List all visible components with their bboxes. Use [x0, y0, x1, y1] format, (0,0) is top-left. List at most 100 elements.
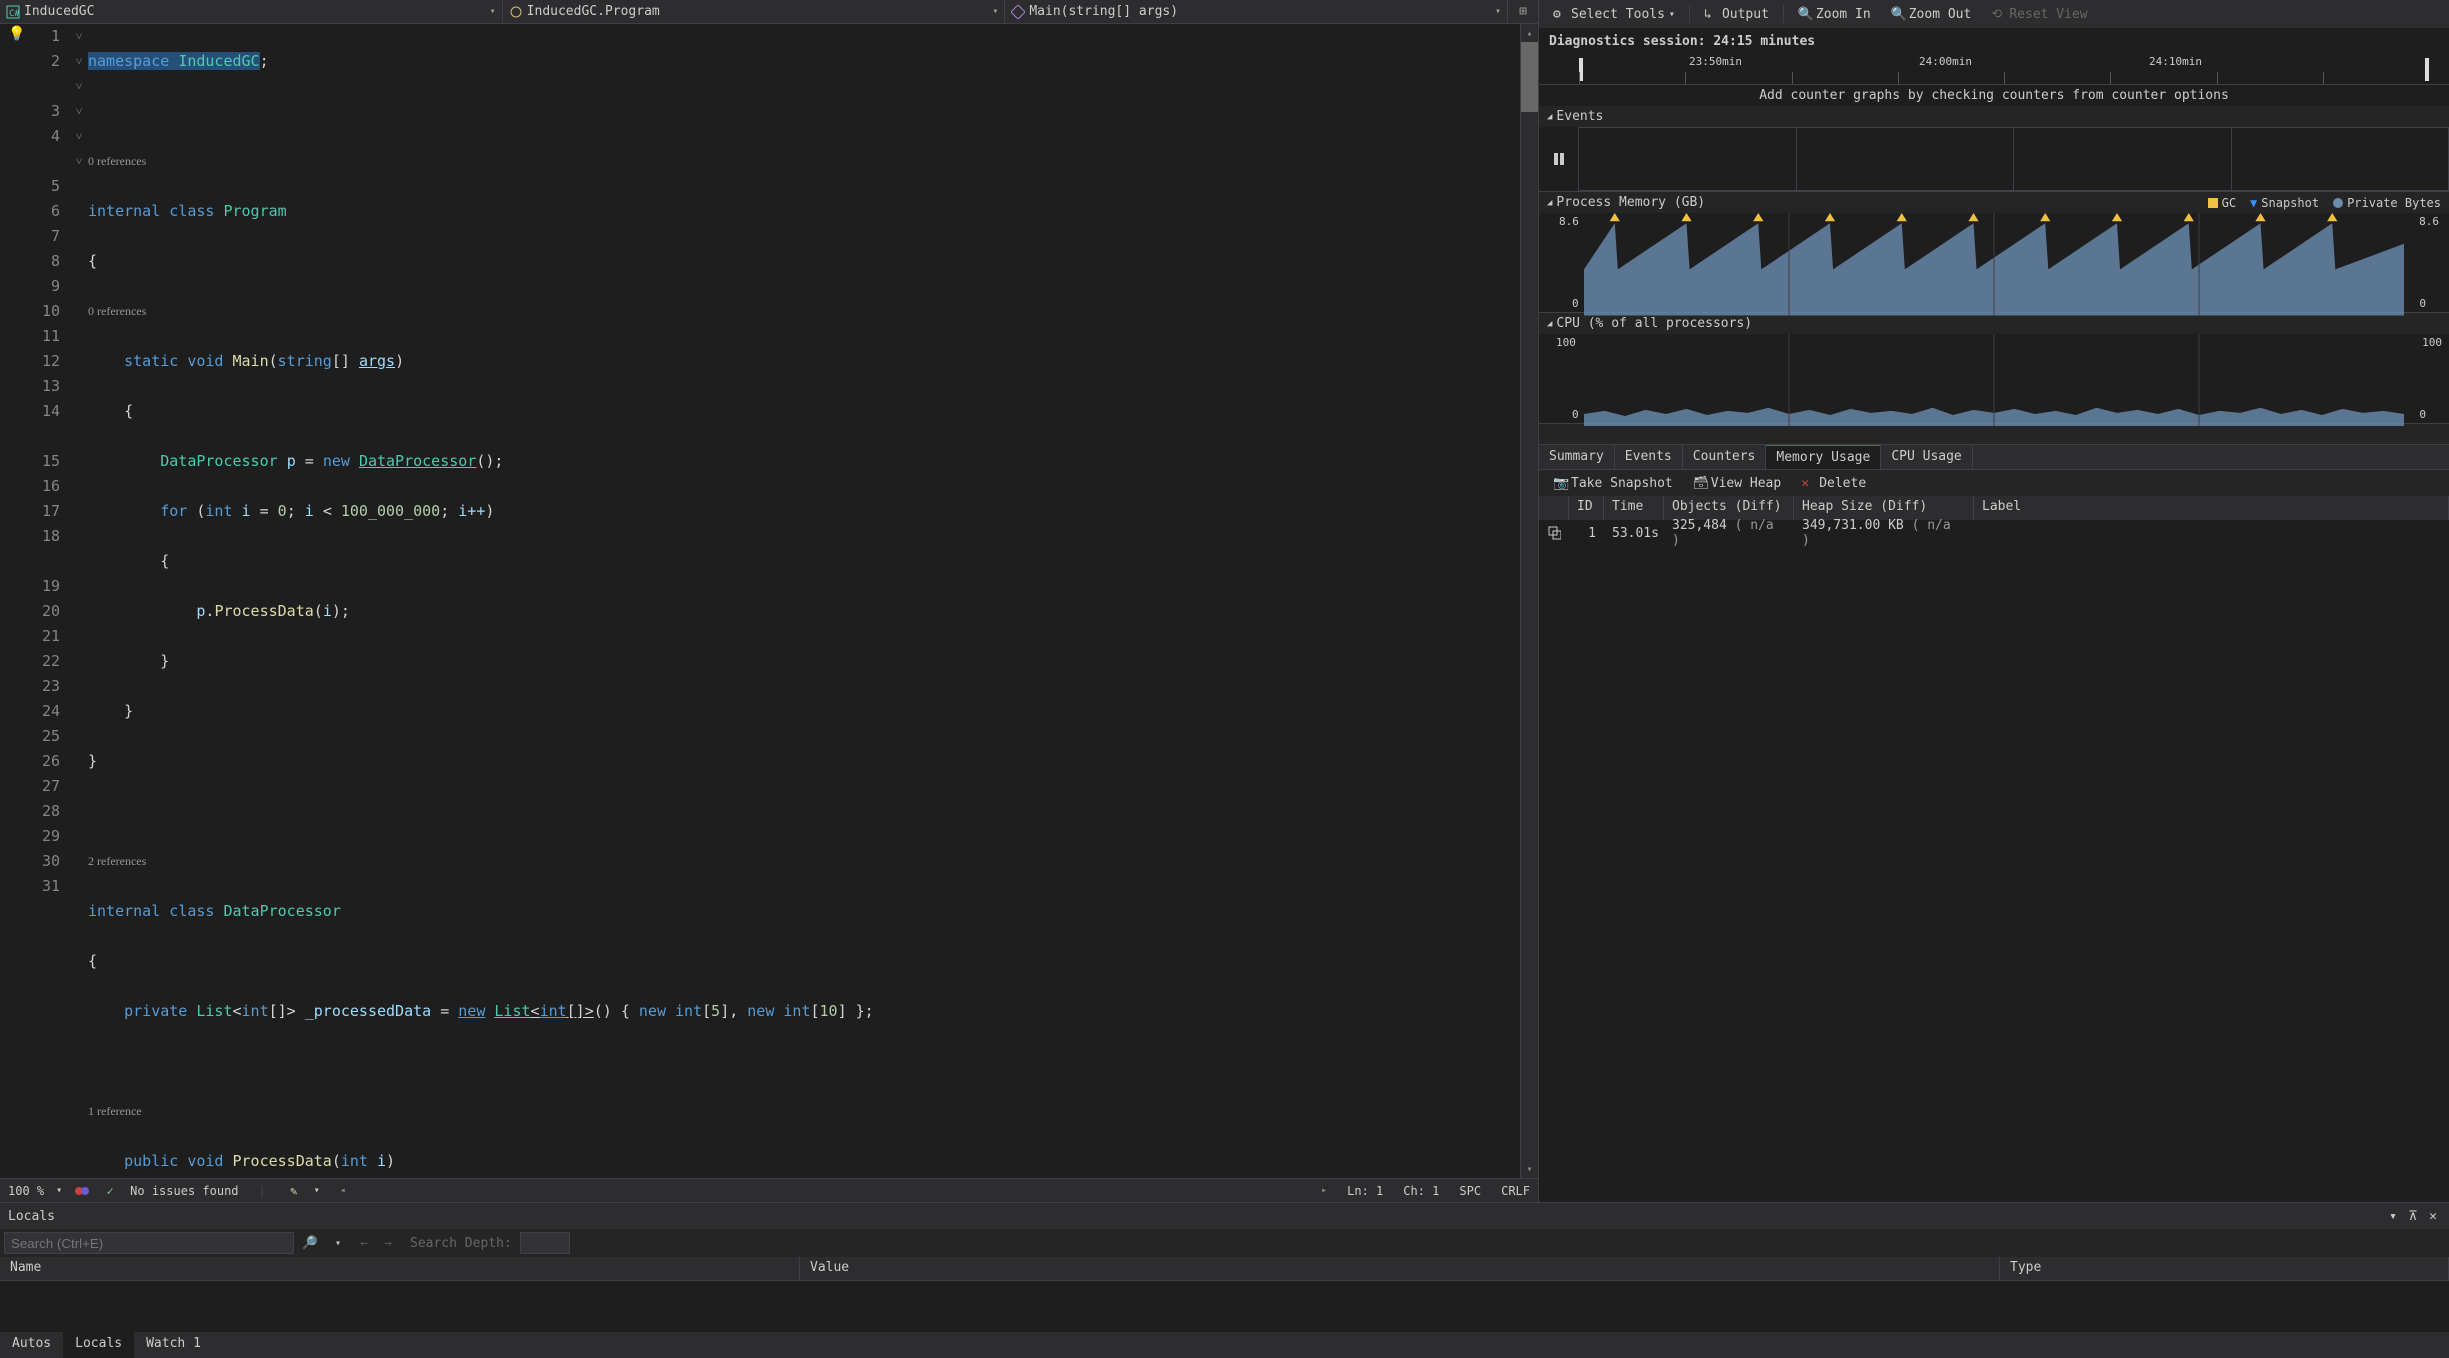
delete-button[interactable]: ✕Delete — [1795, 474, 1872, 493]
search-depth-dropdown[interactable] — [520, 1232, 570, 1254]
camera-icon: 📷 — [1553, 476, 1567, 490]
collapse-icon: ◢ — [1547, 198, 1552, 208]
window-options-icon[interactable]: ▾ — [2385, 1208, 2401, 1224]
nav-method-label: Main(string[] args) — [1029, 4, 1178, 19]
close-icon[interactable]: ✕ — [2425, 1208, 2441, 1224]
code-editor[interactable]: 💡 12345678910111213141516171819202122232… — [0, 24, 1538, 1178]
reset-icon: ⟲ — [1991, 7, 2005, 21]
col-type[interactable]: Type — [2000, 1257, 2449, 1280]
codelens-references[interactable]: 2 references — [88, 849, 146, 874]
tab-cpu-usage[interactable]: CPU Usage — [1881, 445, 1972, 469]
code-content[interactable]: namespace InducedGC; 0 references intern… — [88, 24, 1520, 1178]
cpu-chart[interactable]: 100 0 100 0 — [1539, 334, 2449, 424]
tab-events[interactable]: Events — [1615, 445, 1683, 469]
counter-hint: Add counter graphs by checking counters … — [1539, 85, 2449, 106]
memory-section-header[interactable]: ◢Process Memory (GB) GC ▼Snapshot Privat… — [1539, 192, 2449, 213]
output-button[interactable]: ↳Output — [1698, 5, 1775, 24]
codelens-references[interactable]: 0 references — [88, 299, 146, 324]
codelens-references[interactable]: 0 references — [88, 149, 146, 174]
search-depth-label: Search Depth: — [410, 1236, 512, 1251]
col-id[interactable]: ID — [1569, 496, 1604, 520]
snapshot-row[interactable]: 1 53.01s 325,484 ( n/a ) 349,731.00 KB (… — [1539, 520, 2449, 546]
nav-class[interactable]: InducedGC.Program ▾ — [503, 0, 1006, 23]
zoom-out-button[interactable]: 🔍Zoom Out — [1885, 5, 1978, 24]
chevron-down-icon: ▾ — [490, 6, 496, 17]
heap-icon: 🗃 — [1693, 476, 1707, 490]
legend-snapshot: ▼Snapshot — [2250, 196, 2319, 210]
line-ending[interactable]: CRLF — [1501, 1184, 1530, 1198]
locals-grid[interactable] — [0, 1281, 2449, 1332]
nav-back-icon[interactable]: ← — [354, 1236, 374, 1251]
line-number-gutter: 1234567891011121314151617181920212223242… — [30, 24, 70, 1178]
search-input[interactable] — [4, 1232, 294, 1254]
zoom-out-icon: 🔍 — [1891, 7, 1905, 21]
zoom-level[interactable]: 100 % — [8, 1184, 44, 1198]
snapshot-table: ID Time Objects (Diff) Heap Size (Diff) … — [1539, 496, 2449, 1202]
diagnostics-pane: ⚙Select Tools ▾ ↳Output 🔍Zoom In 🔍Zoom O… — [1539, 0, 2449, 1202]
vertical-scrollbar[interactable]: ▴ ▾ — [1520, 24, 1538, 1178]
compare-icon[interactable] — [1539, 522, 1569, 544]
tab-watch[interactable]: Watch 1 — [134, 1332, 213, 1358]
cursor-char[interactable]: Ch: 1 — [1403, 1184, 1439, 1198]
session-header: Diagnostics session: 24:15 minutes — [1539, 28, 2449, 55]
events-section-header[interactable]: ◢Events — [1539, 106, 2449, 127]
csharp-project-icon: C# — [6, 5, 20, 19]
cpu-section-header[interactable]: ◢CPU (% of all processors) — [1539, 313, 2449, 334]
check-icon: ✓ — [102, 1183, 118, 1199]
lightbulb-icon[interactable]: 💡 — [0, 24, 30, 42]
locals-columns: Name Value Type — [0, 1257, 2449, 1281]
nav-class-label: InducedGC.Program — [527, 4, 660, 19]
col-label[interactable]: Label — [1974, 496, 2449, 520]
collapse-icon: ◢ — [1547, 112, 1552, 122]
fold-gutter[interactable]: ˅ ˅ ˅ ˅ ˅ ˅ — [70, 24, 88, 1178]
chevron-down-icon[interactable]: ▾ — [56, 1185, 62, 1196]
editor-status-bar: 100 % ▾ ✓ No issues found | ✎ ▾ ◂ ▸ Ln: … — [0, 1178, 1538, 1202]
method-icon — [1011, 5, 1025, 19]
memory-actions: 📷Take Snapshot 🗃View Heap ✕Delete — [1539, 470, 2449, 496]
gear-icon: ⚙ — [1553, 7, 1567, 21]
output-icon: ↳ — [1704, 7, 1718, 21]
codelens-references[interactable]: 1 reference — [88, 1099, 142, 1124]
bottom-tool-tabs: Autos Locals Watch 1 — [0, 1332, 2449, 1358]
cursor-line[interactable]: Ln: 1 — [1347, 1184, 1383, 1198]
diagnostics-toolbar: ⚙Select Tools ▾ ↳Output 🔍Zoom In 🔍Zoom O… — [1539, 0, 2449, 28]
diagnostics-tabs: Summary Events Counters Memory Usage CPU… — [1539, 444, 2449, 470]
tab-counters[interactable]: Counters — [1683, 445, 1767, 469]
tab-summary[interactable]: Summary — [1539, 445, 1615, 469]
reset-view-button[interactable]: ⟲Reset View — [1985, 5, 2093, 24]
navigation-bar: C# InducedGC ▾ InducedGC.Program ▾ Main(… — [0, 0, 1538, 24]
scroll-down-icon[interactable]: ▾ — [1521, 1160, 1538, 1178]
locals-title-bar: Locals ▾ ⊼ ✕ — [0, 1203, 2449, 1229]
issues-status[interactable]: No issues found — [130, 1184, 238, 1198]
search-icon[interactable]: 🔎 — [298, 1236, 322, 1251]
take-snapshot-button[interactable]: 📷Take Snapshot — [1547, 474, 1679, 493]
scroll-left-icon[interactable]: ◂ — [340, 1185, 346, 1196]
nav-method[interactable]: Main(string[] args) ▾ — [1005, 0, 1508, 23]
legend-gc: GC — [2208, 196, 2236, 210]
zoom-in-button[interactable]: 🔍Zoom In — [1792, 5, 1877, 24]
tab-locals[interactable]: Locals — [63, 1332, 134, 1358]
tab-autos[interactable]: Autos — [0, 1332, 63, 1358]
nav-project[interactable]: C# InducedGC ▾ — [0, 0, 503, 23]
memory-chart[interactable]: 8.6 0 8.6 0 — [1539, 213, 2449, 313]
pause-button[interactable] — [1539, 127, 1579, 191]
col-name[interactable]: Name — [0, 1257, 800, 1280]
nav-forward-icon[interactable]: → — [378, 1236, 398, 1251]
split-editor-button[interactable]: ⊞ — [1508, 4, 1538, 19]
error-summary-icon[interactable] — [74, 1183, 90, 1199]
scroll-right-icon[interactable]: ▸ — [1321, 1185, 1327, 1196]
tab-memory-usage[interactable]: Memory Usage — [1766, 445, 1881, 469]
indent-mode[interactable]: SPC — [1459, 1184, 1481, 1198]
events-track — [1539, 127, 2449, 192]
pin-icon[interactable]: ⊼ — [2405, 1208, 2421, 1224]
legend-private-bytes: Private Bytes — [2333, 196, 2441, 210]
timeline-ruler[interactable]: 23:50min 24:00min 24:10min — [1539, 55, 2449, 85]
select-tools-button[interactable]: ⚙Select Tools ▾ — [1547, 5, 1681, 24]
scroll-up-icon[interactable]: ▴ — [1521, 24, 1538, 42]
scroll-thumb[interactable] — [1521, 42, 1538, 112]
col-value[interactable]: Value — [800, 1257, 2000, 1280]
view-heap-button[interactable]: 🗃View Heap — [1687, 474, 1787, 493]
brush-icon[interactable]: ✎ — [286, 1183, 302, 1199]
col-time[interactable]: Time — [1604, 496, 1664, 520]
chevron-down-icon[interactable]: ▾ — [326, 1238, 350, 1249]
